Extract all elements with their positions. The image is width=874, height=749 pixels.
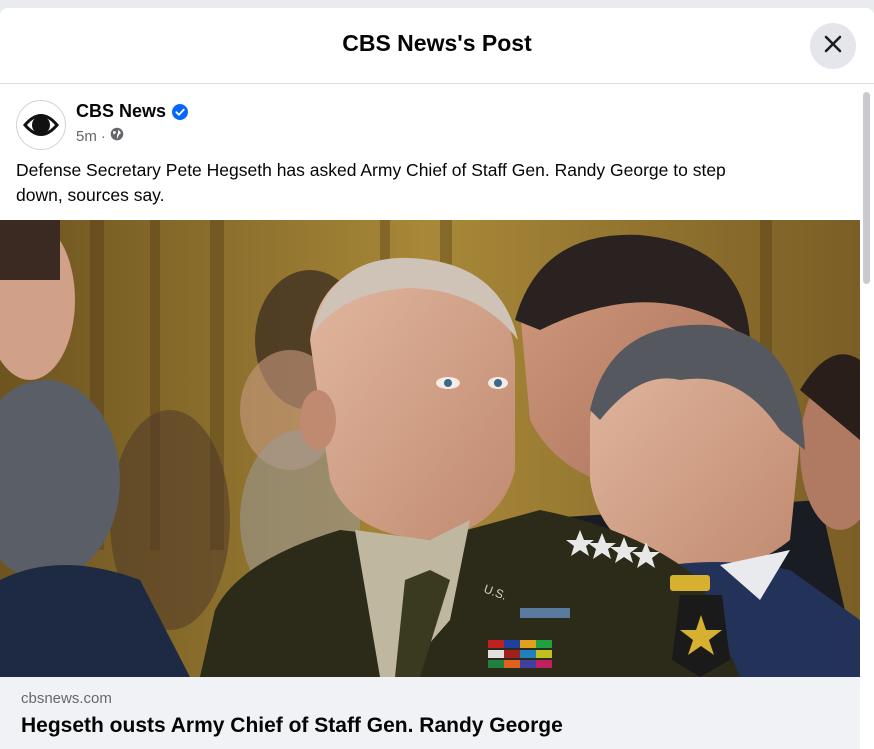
photo-image: U.S.	[0, 220, 860, 677]
scrollbar-thumb[interactable]	[863, 92, 870, 284]
cbs-eye-logo	[22, 106, 60, 144]
page-name-link[interactable]: CBS News	[76, 101, 189, 122]
post-meta: 5m ·	[76, 127, 124, 145]
close-icon	[822, 33, 844, 60]
post-timestamp[interactable]: 5m	[76, 128, 97, 145]
close-button[interactable]	[810, 23, 856, 69]
link-title[interactable]: Hegseth ousts Army Chief of Staff Gen. R…	[21, 714, 563, 738]
link-preview[interactable]: cbsnews.com Hegseth ousts Army Chief of …	[0, 677, 860, 749]
verified-badge-icon	[172, 103, 189, 120]
avatar[interactable]	[16, 100, 66, 150]
globe-icon[interactable]	[110, 127, 124, 145]
post-photo[interactable]: U.S.	[0, 220, 860, 677]
post-dialog: CBS News's Post CBS News 5m · Defense Se…	[0, 8, 874, 749]
link-domain: cbsnews.com	[21, 690, 112, 707]
post-text: Defense Secretary Pete Hegseth has asked…	[16, 160, 726, 205]
post-header: CBS News 5m · Defense Secretary Pete Heg…	[0, 84, 860, 219]
meta-separator: ·	[100, 127, 106, 145]
page-name[interactable]: CBS News	[76, 101, 166, 122]
dialog-header: CBS News's Post	[0, 8, 874, 84]
dialog-title: CBS News's Post	[342, 30, 532, 56]
